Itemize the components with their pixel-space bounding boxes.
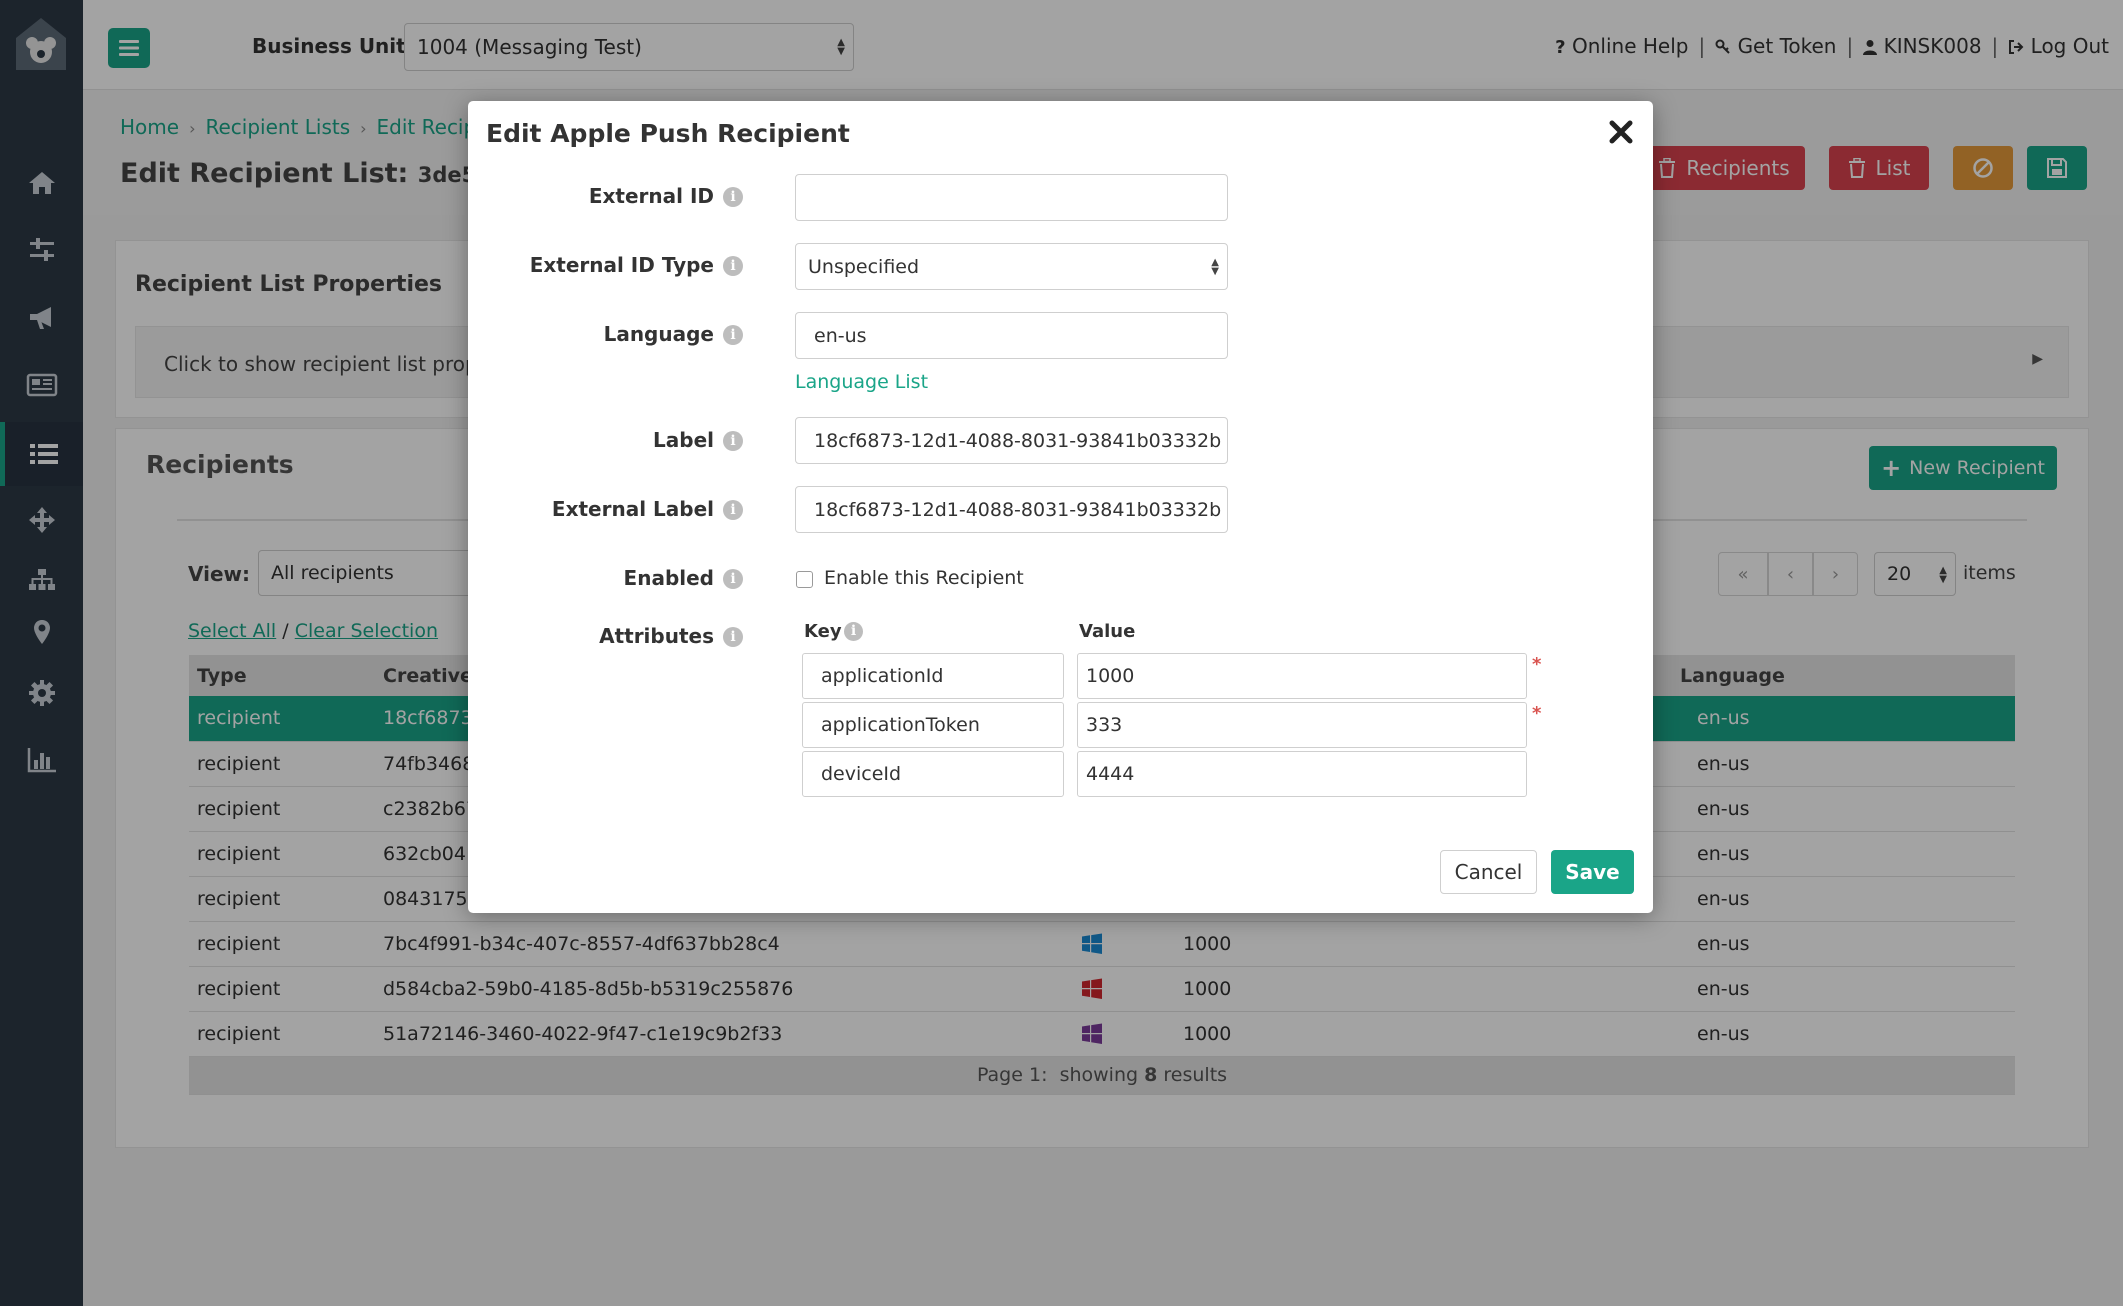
enabled-label: Enabled bbox=[623, 566, 714, 590]
key-header: Key bbox=[804, 621, 842, 642]
edit-recipient-dialog: Edit Apple Push Recipient External ID i … bbox=[468, 101, 1653, 913]
external-label-label: External Label bbox=[551, 497, 714, 521]
language-input[interactable]: en-us bbox=[795, 312, 1228, 359]
info-icon[interactable]: i bbox=[723, 431, 743, 451]
info-icon[interactable]: i bbox=[723, 325, 743, 345]
value-header: Value bbox=[1079, 621, 1136, 642]
save-button[interactable]: Save bbox=[1551, 850, 1634, 894]
label-label: Label bbox=[653, 428, 714, 452]
cancel-button[interactable]: Cancel bbox=[1440, 850, 1537, 894]
close-button[interactable] bbox=[1604, 115, 1638, 149]
select-arrows-icon: ▲ ▼ bbox=[1211, 257, 1219, 277]
close-icon bbox=[1609, 120, 1633, 144]
attribute-key-input[interactable]: deviceId bbox=[802, 751, 1064, 797]
info-icon[interactable]: i bbox=[844, 622, 863, 641]
external-label-input[interactable]: 18cf6873-12d1-4088-8031-93841b03332b bbox=[795, 486, 1228, 533]
attribute-value-input[interactable]: 1000 bbox=[1077, 653, 1527, 699]
language-list-link[interactable]: Language List bbox=[795, 371, 928, 393]
attributes-label: Attributes bbox=[599, 624, 714, 648]
attribute-key-input[interactable]: applicationToken bbox=[802, 702, 1064, 748]
external-id-type-select[interactable]: Unspecified ▲ ▼ bbox=[795, 243, 1228, 290]
info-icon[interactable]: i bbox=[723, 500, 743, 520]
label-input[interactable]: 18cf6873-12d1-4088-8031-93841b03332b bbox=[795, 417, 1228, 464]
required-marker: * bbox=[1532, 703, 1542, 724]
external-id-type-label: External ID Type bbox=[529, 253, 714, 277]
info-icon[interactable]: i bbox=[723, 569, 743, 589]
info-icon[interactable]: i bbox=[723, 627, 743, 647]
attribute-key-input[interactable]: applicationId bbox=[802, 653, 1064, 699]
enabled-checkbox[interactable] bbox=[796, 571, 813, 588]
attribute-value-input[interactable]: 4444 bbox=[1077, 751, 1527, 797]
external-id-input[interactable] bbox=[795, 174, 1228, 221]
external-id-label: External ID bbox=[588, 184, 714, 208]
required-marker: * bbox=[1532, 654, 1542, 675]
info-icon[interactable]: i bbox=[723, 256, 743, 276]
dialog-title: Edit Apple Push Recipient bbox=[486, 119, 850, 148]
info-icon[interactable]: i bbox=[723, 187, 743, 207]
attribute-value-input[interactable]: 333 bbox=[1077, 702, 1527, 748]
enabled-checkbox-label[interactable]: Enable this Recipient bbox=[824, 567, 1024, 589]
language-label: Language bbox=[603, 322, 714, 346]
